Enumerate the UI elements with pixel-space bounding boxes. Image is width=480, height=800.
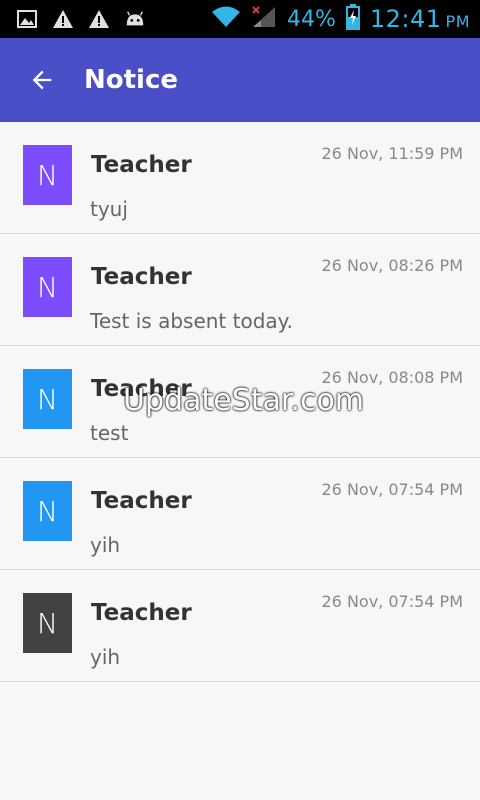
warning-icon [88, 8, 110, 30]
avatar: N [23, 369, 72, 429]
notice-message: yih [90, 533, 121, 557]
warning-icon [52, 8, 74, 30]
back-button[interactable] [14, 52, 70, 108]
notice-item[interactable]: N Teacher 26 Nov, 08:26 PM Test is absen… [0, 234, 480, 346]
notice-sender: Teacher [91, 600, 192, 626]
notice-item[interactable]: N Teacher 26 Nov, 08:08 PM test [0, 346, 480, 458]
notice-sender: Teacher [91, 152, 192, 178]
notice-timestamp: 26 Nov, 08:26 PM [321, 256, 464, 275]
avatar: N [23, 593, 72, 653]
android-icon [124, 8, 146, 30]
notice-timestamp: 26 Nov, 07:54 PM [321, 480, 464, 499]
status-right: 44% 12:41 PM [211, 0, 470, 38]
notice-message: test [90, 421, 129, 445]
notice-sender: Teacher [91, 376, 192, 402]
notice-message: Test is absent today. [90, 309, 293, 333]
clock: 12:41 PM [370, 5, 470, 33]
app-bar: Notice [0, 38, 480, 122]
notice-message: tyuj [90, 197, 128, 221]
avatar: N [23, 257, 72, 317]
notice-timestamp: 26 Nov, 08:08 PM [321, 368, 464, 387]
status-bar: 44% 12:41 PM [0, 0, 480, 38]
arrow-left-icon [32, 70, 52, 90]
image-icon [16, 8, 38, 30]
notice-item[interactable]: N Teacher 26 Nov, 07:54 PM yih [0, 570, 480, 682]
notification-icons [0, 8, 146, 30]
screen: 44% 12:41 PM Notice N Teacher 26 Nov, 11… [0, 0, 480, 800]
clock-time: 12:41 [369, 5, 442, 33]
notice-sender: Teacher [91, 264, 192, 290]
avatar: N [23, 145, 72, 205]
battery-icon [345, 4, 360, 34]
page-title: Notice [84, 65, 179, 95]
notice-message: yih [90, 645, 121, 669]
signal-icon [251, 5, 277, 33]
wifi-icon [211, 5, 241, 33]
notice-timestamp: 26 Nov, 11:59 PM [321, 144, 464, 163]
notice-list: N Teacher 26 Nov, 11:59 PM tyuj N Teache… [0, 122, 480, 682]
clock-ampm: PM [445, 12, 470, 31]
avatar: N [23, 481, 72, 541]
notice-item[interactable]: N Teacher 26 Nov, 07:54 PM yih [0, 458, 480, 570]
notice-timestamp: 26 Nov, 07:54 PM [321, 592, 464, 611]
notice-sender: Teacher [91, 488, 192, 514]
battery-percent: 44% [286, 6, 336, 32]
notice-item[interactable]: N Teacher 26 Nov, 11:59 PM tyuj [0, 122, 480, 234]
